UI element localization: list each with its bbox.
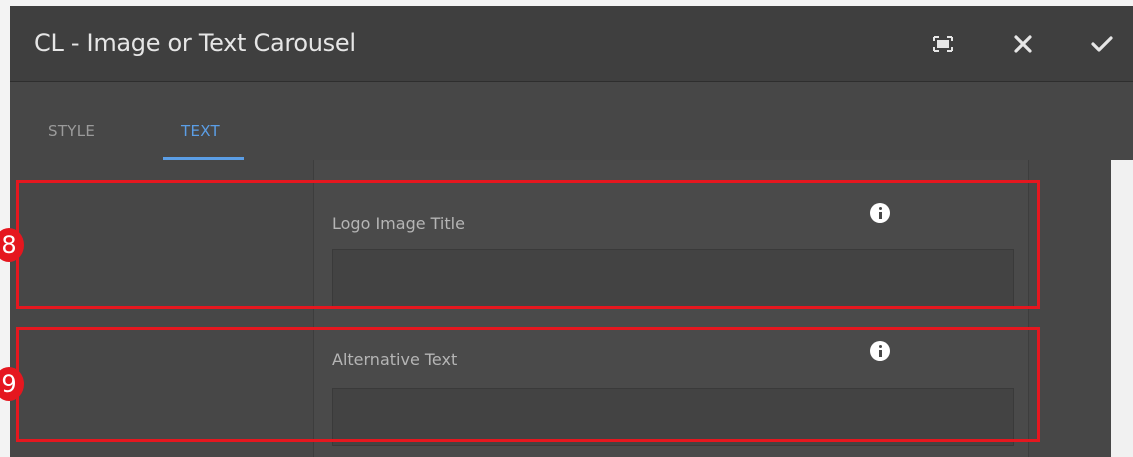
- annotation-box-9: [16, 327, 1040, 442]
- dialog-title: CL - Image or Text Carousel: [34, 29, 356, 57]
- scroll-gutter: [1111, 160, 1133, 457]
- right-column: [1028, 160, 1112, 457]
- annotation-box-8: [16, 180, 1040, 309]
- tab-bar: STYLE TEXT: [10, 82, 1133, 160]
- dialog-header: CL - Image or Text Carousel: [10, 6, 1133, 82]
- fullscreen-icon: [933, 36, 953, 52]
- done-button[interactable]: [1084, 26, 1120, 62]
- close-icon: [1014, 35, 1032, 53]
- check-icon: [1091, 35, 1113, 53]
- tab-text[interactable]: TEXT: [181, 122, 220, 140]
- close-button[interactable]: [1005, 26, 1041, 62]
- fullscreen-button[interactable]: [925, 26, 961, 62]
- tab-style[interactable]: STYLE: [48, 122, 95, 140]
